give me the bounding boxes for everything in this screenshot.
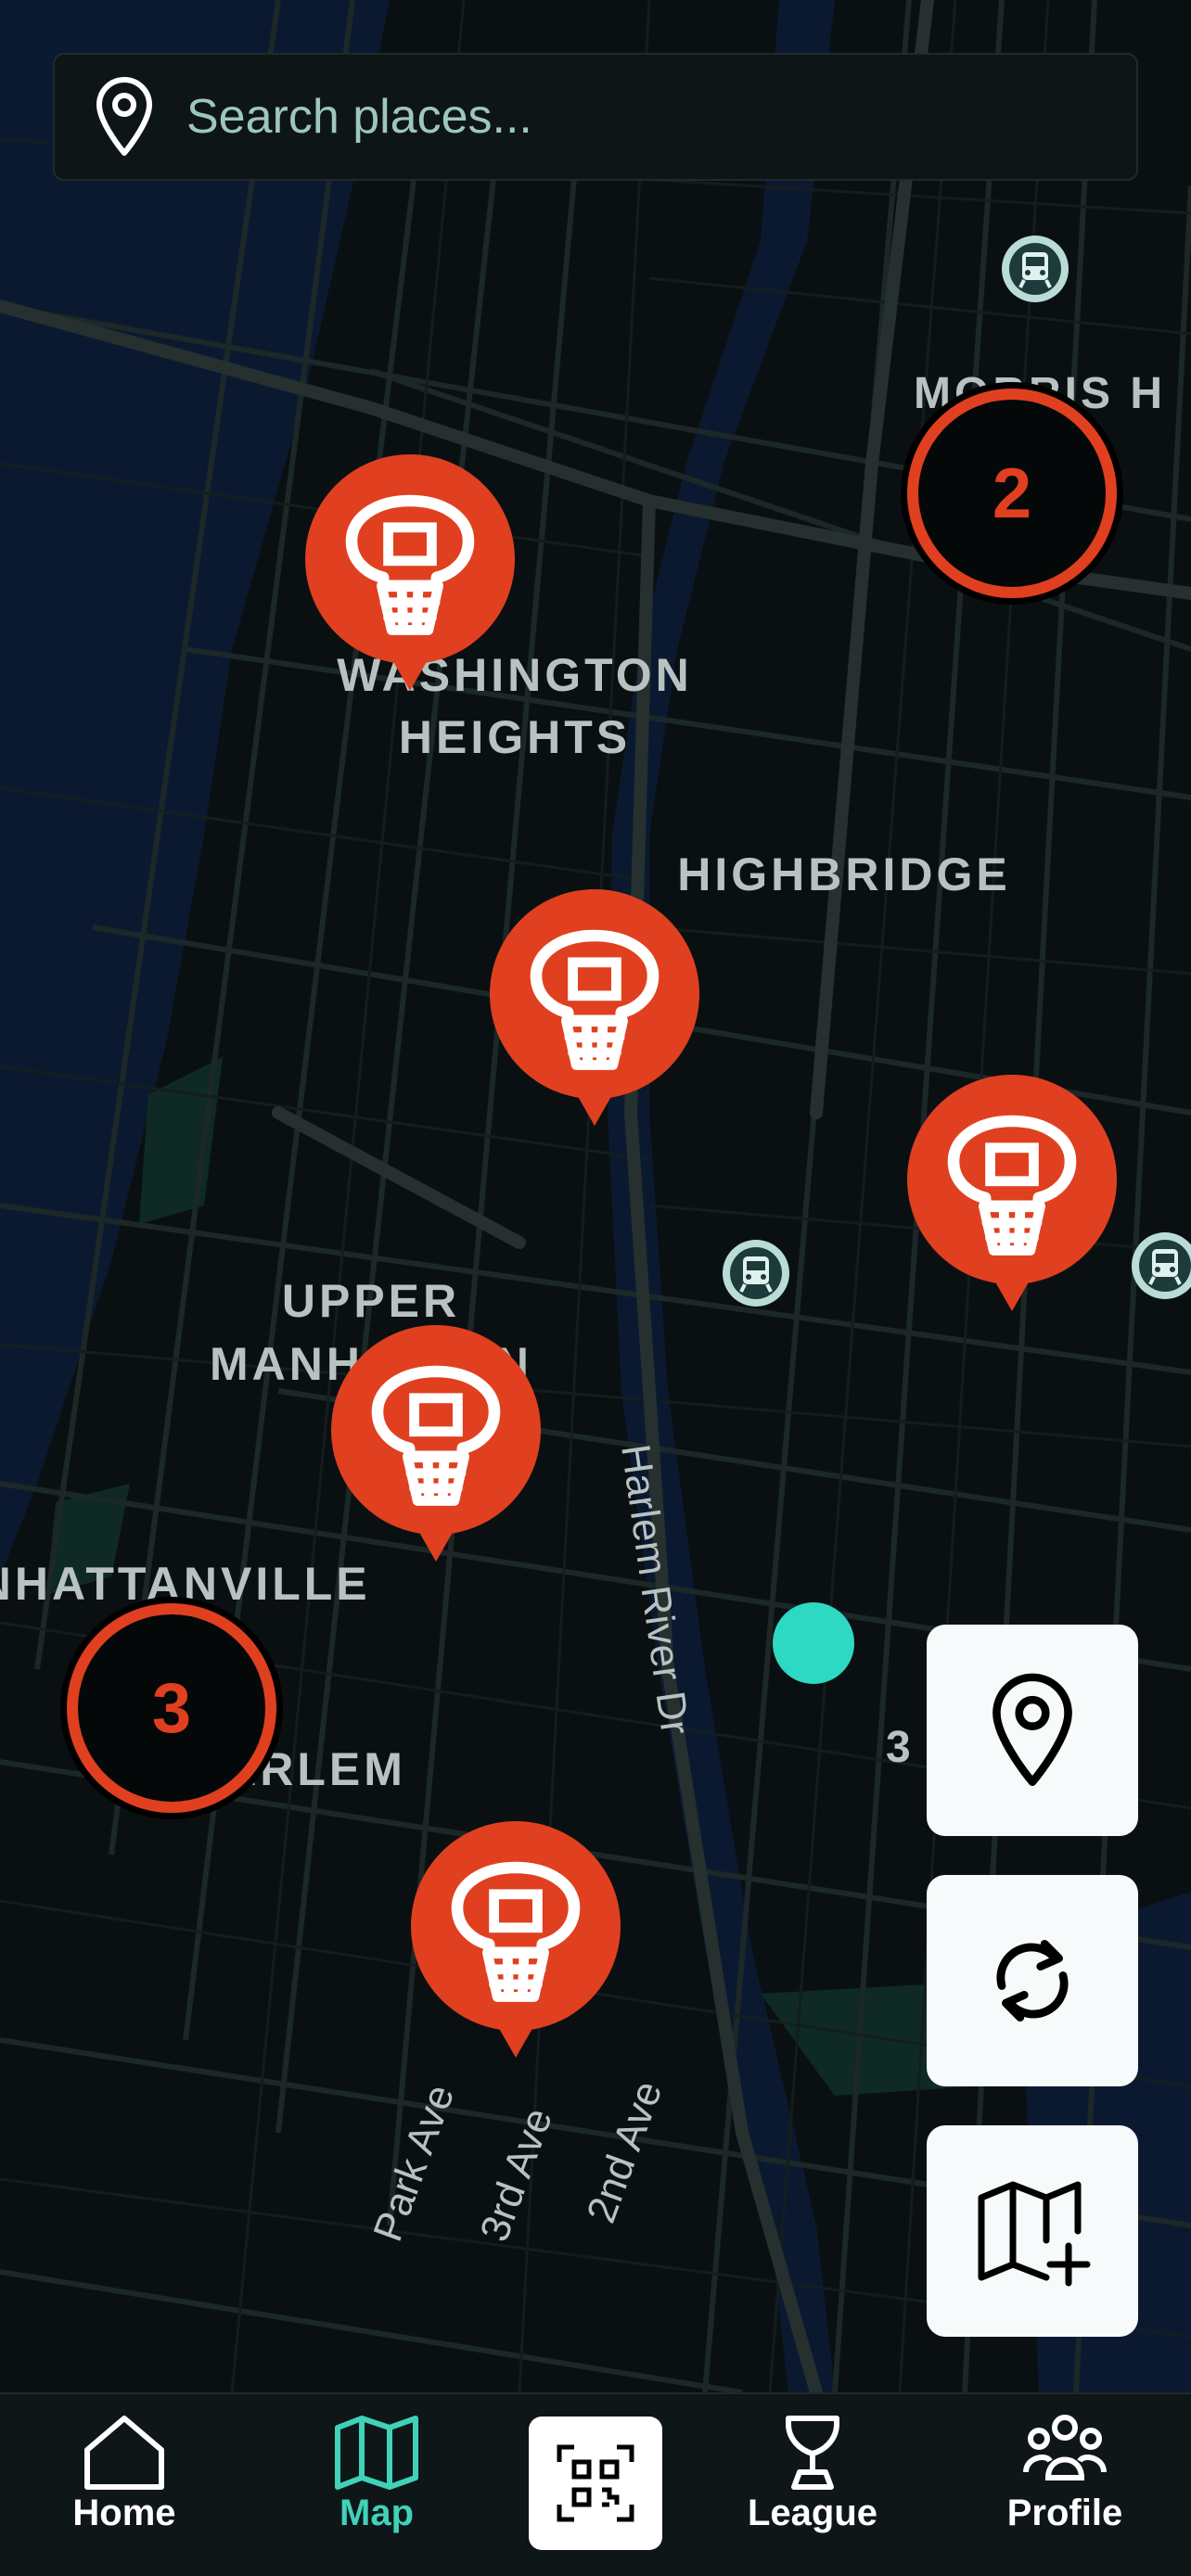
home-icon — [84, 2416, 164, 2490]
label-washington-heights-2: HEIGHTS — [399, 711, 631, 763]
transit-bus-icon[interactable] — [721, 1238, 791, 1308]
add-map-button[interactable] — [927, 2125, 1138, 2337]
location-pin-icon — [992, 1673, 1072, 1786]
cluster-marker[interactable]: 3 — [60, 1597, 283, 1819]
nav-item-map[interactable]: Map — [275, 2413, 479, 2534]
label-upper-manhattan: UPPER — [282, 1275, 460, 1327]
nav-label: Home — [72, 2493, 176, 2533]
trophy-icon — [786, 2416, 839, 2490]
transit-bus-icon[interactable] — [1000, 234, 1070, 304]
cluster-count: 2 — [992, 454, 1031, 533]
user-location-dot — [773, 1602, 854, 1684]
nav-item-league[interactable]: League — [711, 2413, 915, 2534]
refresh-icon — [996, 1940, 1069, 2021]
label-street-3: 3 — [886, 1723, 915, 1772]
qr-scan-button[interactable] — [529, 2417, 662, 2550]
bottom-nav: Home Map League Profile — [0, 2392, 1191, 2576]
map-icon — [335, 2416, 418, 2490]
location-pin-icon — [96, 77, 152, 156]
nav-label: League — [747, 2493, 878, 2533]
map-add-icon — [978, 2181, 1091, 2287]
nav-label: Profile — [1006, 2493, 1123, 2533]
nav-label: Map — [339, 2493, 414, 2533]
nav-item-home[interactable]: Home — [22, 2413, 226, 2534]
cluster-count: 3 — [152, 1669, 191, 1748]
locate-me-button[interactable] — [927, 1625, 1138, 1836]
search-bar[interactable] — [53, 53, 1138, 181]
cluster-marker[interactable]: 2 — [901, 382, 1123, 605]
nav-item-profile[interactable]: Profile — [963, 2413, 1167, 2534]
refresh-button[interactable] — [927, 1875, 1138, 2086]
people-icon — [1023, 2415, 1107, 2480]
search-input[interactable] — [185, 88, 1023, 146]
label-highbridge: HIGHBRIDGE — [677, 848, 1010, 900]
qr-code-icon — [557, 2444, 634, 2522]
